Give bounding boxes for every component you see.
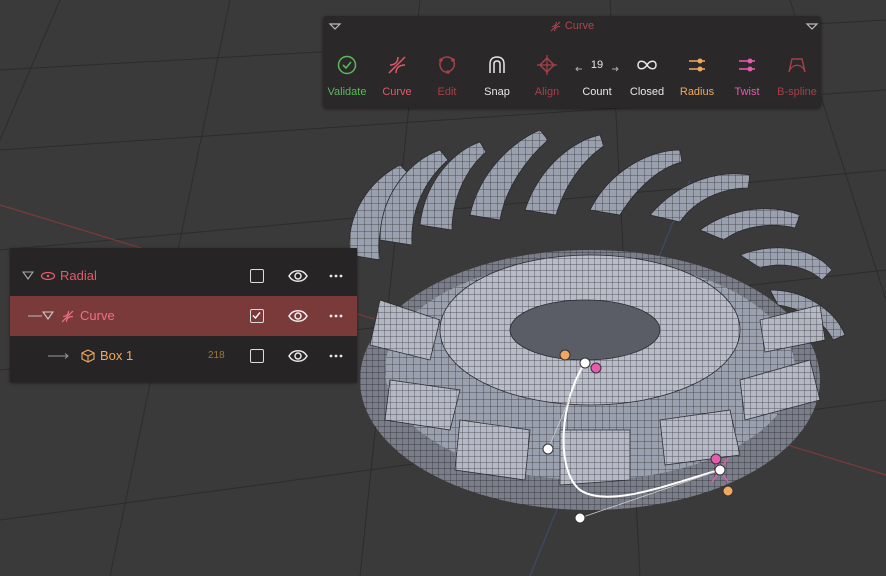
- align-target-icon: [537, 55, 557, 75]
- bspline-label: B-spline: [777, 86, 817, 98]
- radius-handle[interactable]: [722, 485, 734, 497]
- count-value[interactable]: 19: [591, 59, 603, 71]
- outliner-row-box1[interactable]: Box 1 218: [10, 336, 357, 376]
- control-point[interactable]: [574, 512, 586, 524]
- radial-mesh-object[interactable]: [348, 129, 846, 510]
- eye-icon[interactable]: [288, 268, 308, 284]
- validate-label: Validate: [327, 86, 367, 98]
- control-point[interactable]: [542, 443, 554, 455]
- edit-label: Edit: [437, 86, 457, 98]
- eye-icon[interactable]: [288, 308, 308, 324]
- infinity-icon: [637, 60, 657, 70]
- bspline-icon: [788, 58, 806, 73]
- outliner-row-radial[interactable]: Radial: [10, 256, 357, 296]
- tree-connector-icon: [48, 353, 69, 359]
- visibility-checkbox[interactable]: [250, 309, 264, 323]
- cube-icon: [81, 349, 95, 363]
- check-circle-icon: [337, 55, 357, 75]
- row-name: Radial: [60, 268, 97, 283]
- count-stepper[interactable]: 19 Count: [570, 46, 624, 104]
- edit-shape-icon: [439, 56, 456, 74]
- curve-icon: [61, 310, 74, 323]
- twist-handle[interactable]: [710, 453, 722, 465]
- twist-label: Twist: [734, 86, 760, 98]
- more-options-icon[interactable]: [328, 308, 344, 324]
- more-options-icon[interactable]: [328, 348, 344, 364]
- curve-icon: [388, 56, 406, 74]
- closed-toggle[interactable]: Closed: [620, 46, 674, 104]
- toolbar-title-text: Curve: [564, 20, 595, 32]
- toolbar-title: Curve: [323, 16, 821, 36]
- closed-label: Closed: [629, 86, 665, 98]
- radial-icon: [40, 271, 56, 281]
- toolbar-header: Curve: [323, 16, 821, 36]
- check-icon: [252, 312, 261, 320]
- more-options-icon[interactable]: [328, 268, 344, 284]
- radius-label: Radius: [679, 86, 715, 98]
- arrow-right-icon[interactable]: [611, 65, 619, 73]
- align-button[interactable]: Align: [520, 46, 574, 104]
- outliner-panel: Radial Curve Box 1 218: [10, 248, 357, 382]
- row-name: Box 1: [100, 348, 134, 363]
- twist-handle[interactable]: [590, 362, 602, 374]
- control-point[interactable]: [714, 464, 726, 476]
- curve-toolbar: Curve Validate Curve Edit Snap Align 19 …: [323, 16, 821, 108]
- bspline-button[interactable]: B-spline: [770, 46, 824, 104]
- twist-button[interactable]: Twist: [720, 46, 774, 104]
- curve-icon: [550, 21, 561, 31]
- snap-button[interactable]: Snap: [470, 46, 524, 104]
- radius-handle[interactable]: [559, 349, 571, 361]
- counter-icon: 19: [570, 57, 624, 73]
- control-point[interactable]: [579, 357, 591, 369]
- eye-icon[interactable]: [288, 348, 308, 364]
- validate-button[interactable]: Validate: [320, 46, 374, 104]
- visibility-checkbox[interactable]: [250, 349, 264, 363]
- outliner-row-curve[interactable]: Curve: [10, 296, 357, 336]
- count-label: Count: [582, 86, 612, 98]
- curve-label: Curve: [382, 86, 412, 98]
- instance-count: 218: [208, 350, 225, 361]
- visibility-checkbox[interactable]: [250, 269, 264, 283]
- collapse-right-icon[interactable]: [805, 20, 819, 32]
- radius-button[interactable]: Radius: [670, 46, 724, 104]
- expand-triangle-icon[interactable]: [42, 311, 54, 321]
- align-label: Align: [534, 86, 560, 98]
- radius-sliders-icon: [689, 58, 705, 72]
- expand-triangle-icon[interactable]: [22, 271, 34, 281]
- twist-sliders-icon: [739, 58, 755, 72]
- arrow-left-icon[interactable]: [575, 65, 583, 73]
- magnet-icon: [489, 56, 505, 73]
- edit-button[interactable]: Edit: [420, 46, 474, 104]
- tree-connector-icon: [28, 315, 42, 317]
- row-name: Curve: [80, 308, 115, 323]
- curve-button[interactable]: Curve: [370, 46, 424, 104]
- snap-label: Snap: [484, 86, 510, 98]
